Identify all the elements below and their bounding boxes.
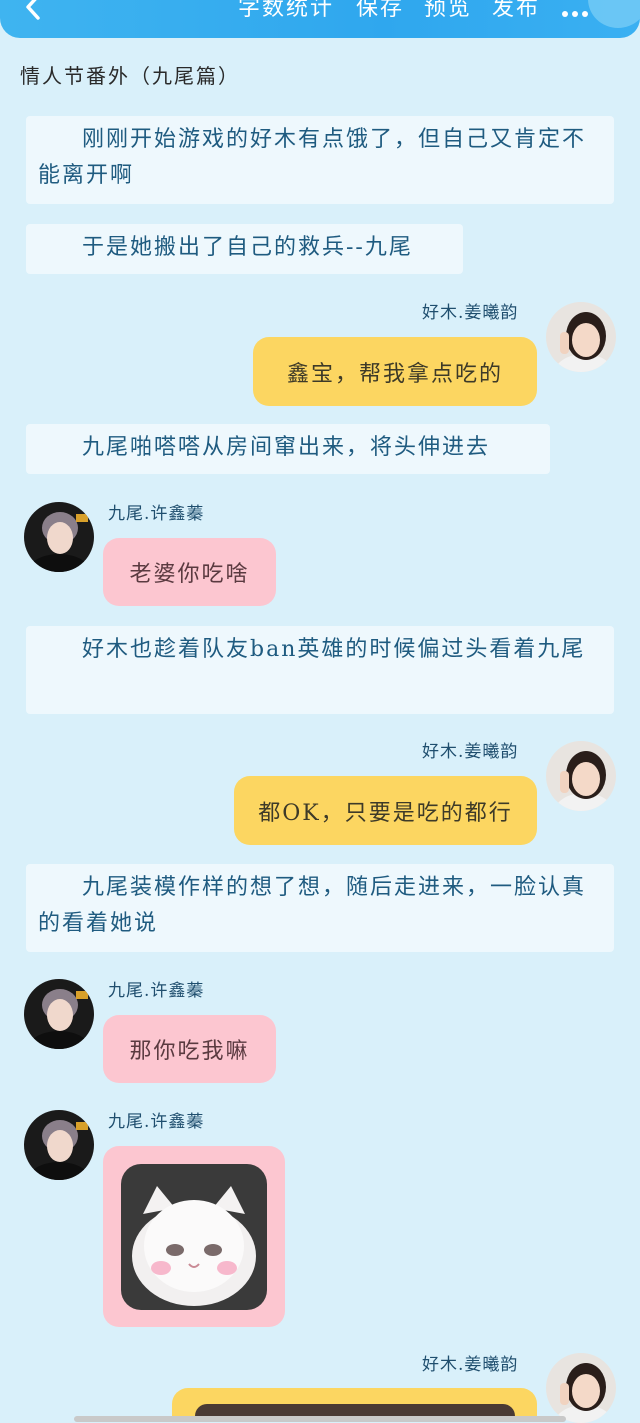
narration-text: 于是她搬出了自己的救兵--九尾 — [82, 235, 413, 260]
top-toolbar: 字数统计 保存 预览 发布 — [0, 0, 640, 38]
narration-block: 九尾装模作样的想了想，随后走进来，一脸认真的看着她说 — [26, 864, 614, 952]
cat-sticker-image[interactable] — [121, 1163, 267, 1310]
narration-block: 于是她搬出了自己的救兵--九尾 — [26, 224, 463, 274]
message-text: 那你吃我嘛 — [129, 1039, 250, 1064]
message-text: 老婆你吃啥 — [129, 562, 250, 587]
avatar-haomu[interactable] — [546, 302, 616, 372]
speaker-name-haomu: 好木.姜曦韵 — [422, 303, 519, 323]
narration-text: 九尾装模作样的想了想，随后走进来，一脸认真的看着她说 — [38, 875, 587, 936]
narration-block: 刚刚开始游戏的好木有点饿了，但自己又肯定不能离开啊 — [26, 116, 614, 204]
preview-button[interactable]: 预览 — [424, 0, 472, 22]
avatar-haomu[interactable] — [546, 741, 616, 811]
back-button[interactable] — [20, 0, 46, 26]
narration-block: 九尾啪嗒嗒从房间窜出来，将头伸进去 — [26, 424, 550, 474]
narration-block: 好木也趁着队友ban英雄的时候偏过头看着九尾 — [26, 626, 614, 714]
narration-text: 好木也趁着队友ban英雄的时候偏过头看着九尾 — [82, 637, 586, 662]
speaker-name-jiuwei: 九尾.许鑫蓁 — [108, 1112, 205, 1132]
message-bubble: 都OK，只要是吃的都行 — [234, 776, 537, 845]
more-dots-icon[interactable] — [562, 2, 602, 17]
publish-button[interactable]: 发布 — [492, 0, 540, 22]
message-text: 鑫宝，帮我拿点吃的 — [286, 361, 503, 387]
speaker-name-jiuwei: 九尾.许鑫蓁 — [108, 504, 205, 524]
chapter-title: 情人节番外（九尾篇） — [20, 64, 240, 88]
speaker-name-jiuwei: 九尾.许鑫蓁 — [108, 981, 205, 1001]
sticker-bubble — [103, 1146, 285, 1327]
message-bubble: 老婆你吃啥 — [103, 538, 276, 606]
save-button[interactable]: 保存 — [356, 0, 404, 22]
word-count-button[interactable]: 字数统计 — [238, 0, 334, 22]
message-text: 都OK，只要是吃的都行 — [258, 800, 513, 826]
avatar-jiuwei[interactable] — [24, 502, 94, 572]
speaker-name-haomu: 好木.姜曦韵 — [422, 742, 519, 762]
horizontal-scrollbar[interactable] — [74, 1416, 566, 1422]
speaker-name-haomu: 好木.姜曦韵 — [422, 1355, 519, 1375]
avatar-haomu[interactable] — [546, 1353, 616, 1423]
avatar-jiuwei[interactable] — [24, 1110, 94, 1180]
avatar-jiuwei[interactable] — [24, 979, 94, 1049]
narration-text: 刚刚开始游戏的好木有点饿了，但自己又肯定不能离开啊 — [38, 127, 587, 188]
narration-text: 九尾啪嗒嗒从房间窜出来，将头伸进去 — [82, 435, 491, 460]
message-bubble: 鑫宝，帮我拿点吃的 — [253, 337, 537, 406]
back-arrow-icon — [26, 0, 40, 20]
message-bubble: 那你吃我嘛 — [103, 1015, 276, 1083]
